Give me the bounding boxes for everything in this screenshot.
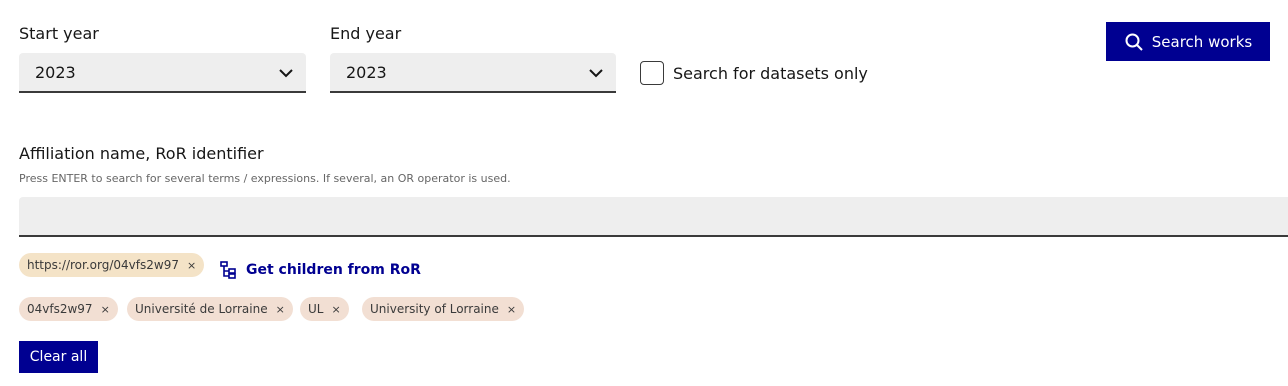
affiliation-tag-label: University of Lorraine: [370, 302, 499, 316]
end-year-select[interactable]: 2023: [330, 53, 616, 93]
affiliation-tag-label: UL: [308, 302, 324, 316]
search-works-label: Search works: [1151, 32, 1253, 51]
search-icon: [1125, 33, 1143, 51]
get-children-link[interactable]: Get children from RoR: [220, 261, 421, 279]
ror-tag: https://ror.org/04vfs2w97 ×: [19, 253, 205, 277]
start-year-select[interactable]: 2023: [19, 53, 306, 93]
start-year-label: Start year: [19, 24, 99, 43]
affiliation-tag-label: Université de Lorraine: [135, 302, 268, 316]
ror-tag-label: https://ror.org/04vfs2w97: [27, 258, 179, 272]
datasets-only-label: Search for datasets only: [673, 63, 868, 83]
get-children-label: Get children from RoR: [246, 262, 421, 278]
start-year-value: 2023: [35, 62, 76, 82]
affiliation-tag-label: 04vfs2w97: [27, 302, 93, 316]
remove-tag-icon[interactable]: ×: [331, 303, 340, 316]
remove-tag-icon[interactable]: ×: [187, 259, 196, 272]
affiliation-input[interactable]: [19, 197, 1288, 237]
affiliation-label: Affiliation name, RoR identifier: [19, 144, 264, 163]
chevron-down-icon: [279, 69, 293, 78]
clear-all-button[interactable]: Clear all: [19, 341, 98, 373]
affiliation-tag: UL ×: [300, 297, 349, 321]
remove-tag-icon[interactable]: ×: [276, 303, 285, 316]
affiliation-hint: Press ENTER to search for several terms …: [19, 172, 511, 185]
clear-all-label: Clear all: [29, 349, 88, 365]
end-year-label: End year: [330, 24, 402, 43]
datasets-only-checkbox[interactable]: [640, 61, 664, 85]
datasets-only-option[interactable]: Search for datasets only: [640, 61, 868, 85]
chevron-down-icon: [589, 69, 603, 78]
remove-tag-icon[interactable]: ×: [507, 303, 516, 316]
remove-tag-icon[interactable]: ×: [101, 303, 110, 316]
search-works-button[interactable]: Search works: [1106, 22, 1270, 61]
affiliation-tag: Université de Lorraine ×: [127, 297, 293, 321]
affiliation-tag: 04vfs2w97 ×: [19, 297, 118, 321]
affiliation-tag: University of Lorraine ×: [362, 297, 525, 321]
hierarchy-icon: [220, 261, 236, 279]
end-year-value: 2023: [346, 62, 387, 82]
